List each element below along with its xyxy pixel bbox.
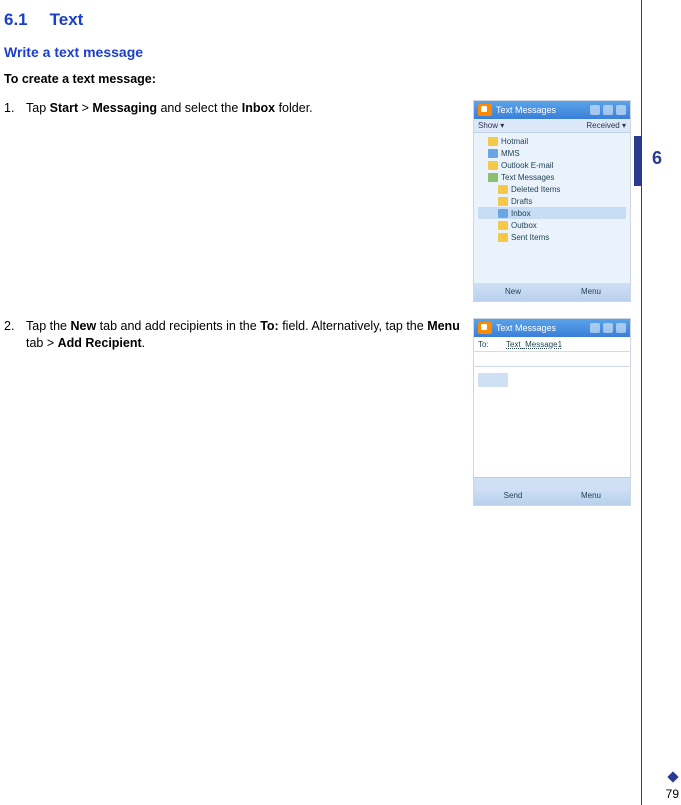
input-bar bbox=[474, 477, 630, 491]
tree-item: Inbox bbox=[478, 207, 626, 219]
tree-item-label: Sent Items bbox=[511, 233, 549, 242]
softkey-left: New bbox=[474, 283, 552, 301]
section-title: Text bbox=[50, 10, 84, 29]
to-field-row: To: Text_Message1 bbox=[474, 337, 630, 352]
wm-titlebar: Text Messages bbox=[474, 101, 630, 119]
tree-item-label: MMS bbox=[501, 149, 520, 158]
page-content: 6.1 Text Write a text message To create a… bbox=[0, 0, 641, 805]
start-icon bbox=[478, 104, 492, 116]
cursor-block bbox=[478, 373, 508, 387]
wm-title-icons bbox=[590, 323, 626, 333]
folder-icon bbox=[488, 173, 498, 182]
tree-item: Outbox bbox=[478, 219, 626, 231]
tree-item-label: Outlook E-mail bbox=[501, 161, 553, 170]
tree-item: MMS bbox=[478, 147, 626, 159]
section-heading: 6.1 Text bbox=[4, 10, 631, 30]
step-row: 1. Tap Start > Messaging and select the … bbox=[4, 100, 631, 302]
folder-icon bbox=[498, 197, 508, 206]
wm-titlebar: Text Messages bbox=[474, 319, 630, 337]
tree-item: Sent Items bbox=[478, 231, 626, 243]
wm-title-icons bbox=[590, 105, 626, 115]
section-number: 6.1 bbox=[4, 10, 28, 29]
chapter-number: 6 bbox=[652, 148, 662, 169]
folder-icon bbox=[498, 185, 508, 194]
wm-title-text: Text Messages bbox=[496, 105, 556, 115]
folder-icon bbox=[498, 233, 508, 242]
compose-body: To: Text_Message1 bbox=[474, 337, 630, 487]
wm-subbar: Show ▾ Received ▾ bbox=[474, 119, 630, 133]
wm-sub-left: Show ▾ bbox=[478, 121, 504, 130]
folder-icon bbox=[488, 161, 498, 170]
to-value: Text_Message1 bbox=[506, 340, 562, 349]
step-text: 1. Tap Start > Messaging and select the … bbox=[4, 100, 473, 117]
step-text: 2. Tap the New tab and add recipients in… bbox=[4, 318, 473, 352]
to-label: To: bbox=[478, 340, 506, 349]
tree-item-label: Inbox bbox=[511, 209, 531, 218]
tree-item-label: Drafts bbox=[511, 197, 532, 206]
screenshot-inbox-folders: Text Messages Show ▾ Received ▾ Hotmail M… bbox=[473, 100, 631, 302]
message-area bbox=[474, 373, 630, 477]
tree-item-label: Hotmail bbox=[501, 137, 528, 146]
tree-item-label: Text Messages bbox=[501, 173, 554, 182]
softkey-right: Menu bbox=[552, 283, 630, 301]
tree-item: Deleted Items bbox=[478, 183, 626, 195]
tree-item: Drafts bbox=[478, 195, 626, 207]
tree-item: Outlook E-mail bbox=[478, 159, 626, 171]
screenshot-compose: Text Messages To: Text_Message1 Send bbox=[473, 318, 631, 506]
folder-icon bbox=[488, 137, 498, 146]
step-body: Tap Start > Messaging and select the Inb… bbox=[26, 100, 313, 117]
tree-item-label: Outbox bbox=[511, 221, 537, 230]
step-row: 2. Tap the New tab and add recipients in… bbox=[4, 318, 631, 506]
wm-sub-right: Received ▾ bbox=[586, 121, 626, 130]
footer-ornament-icon bbox=[667, 771, 678, 782]
folder-tree: Hotmail MMS Outlook E-mail Text Messages Del… bbox=[474, 133, 630, 283]
page-margin: 6 79 bbox=[641, 0, 681, 805]
tree-item-label: Deleted Items bbox=[511, 185, 560, 194]
step-number: 2. bbox=[4, 318, 26, 352]
folder-icon bbox=[498, 221, 508, 230]
folder-icon bbox=[498, 209, 508, 218]
subsection-heading: Write a text message bbox=[4, 44, 631, 60]
tree-item: Hotmail bbox=[478, 135, 626, 147]
empty-row bbox=[474, 352, 630, 367]
tree-item: Text Messages bbox=[478, 171, 626, 183]
folder-icon bbox=[488, 149, 498, 158]
thumb-tab bbox=[634, 136, 642, 186]
wm-title-text: Text Messages bbox=[496, 323, 556, 333]
step-body: Tap the New tab and add recipients in th… bbox=[26, 318, 463, 352]
lead-text: To create a text message: bbox=[4, 72, 631, 86]
page-number: 79 bbox=[666, 787, 679, 801]
start-icon bbox=[478, 322, 492, 334]
wm-softkeys: New Menu bbox=[474, 283, 630, 301]
step-number: 1. bbox=[4, 100, 26, 117]
